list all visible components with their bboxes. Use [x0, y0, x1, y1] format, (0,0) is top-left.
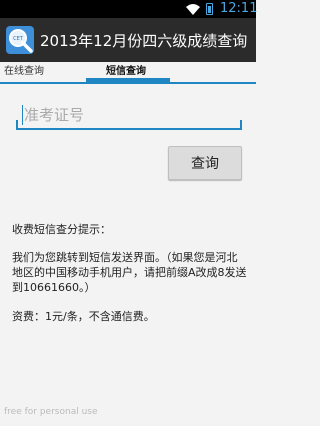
- status-bar: 12:11: [0, 0, 258, 18]
- text-cursor: [22, 105, 23, 125]
- cet-search-icon: CET: [6, 26, 34, 54]
- ticket-number-field[interactable]: [16, 100, 242, 130]
- watermark: free for personal use: [4, 407, 98, 417]
- query-button[interactable]: 查询: [168, 146, 242, 180]
- sms-info-panel: 收费短信查分提示： 我们为您跳转到短信发送界面。（如果您是河北地区的中国移动手机…: [12, 222, 248, 338]
- sms-fee-heading: 收费短信查分提示：: [12, 223, 111, 236]
- sms-redirect-note: 我们为您跳转到短信发送界面。（如果您是河北地区的中国移动手机用户，请把前缀A改成…: [12, 251, 247, 294]
- app-title-bar: CET 2013年12月份四六级成绩查询: [0, 18, 256, 62]
- tab-selected-indicator: [86, 78, 170, 82]
- app-title: 2013年12月份四六级成绩查询: [40, 32, 248, 50]
- battery-icon: [206, 3, 213, 15]
- tab-online-query[interactable]: 在线查询: [4, 62, 44, 82]
- wifi-icon: [186, 4, 200, 15]
- app-icon-text: CET: [13, 36, 24, 42]
- clock: 12:11: [220, 1, 258, 16]
- ticket-number-input[interactable]: [24, 103, 234, 127]
- tab-bar: 在线查询 短信查询: [0, 62, 256, 84]
- sms-fee-text: 资费：1元/条，不含通信费。: [12, 310, 155, 323]
